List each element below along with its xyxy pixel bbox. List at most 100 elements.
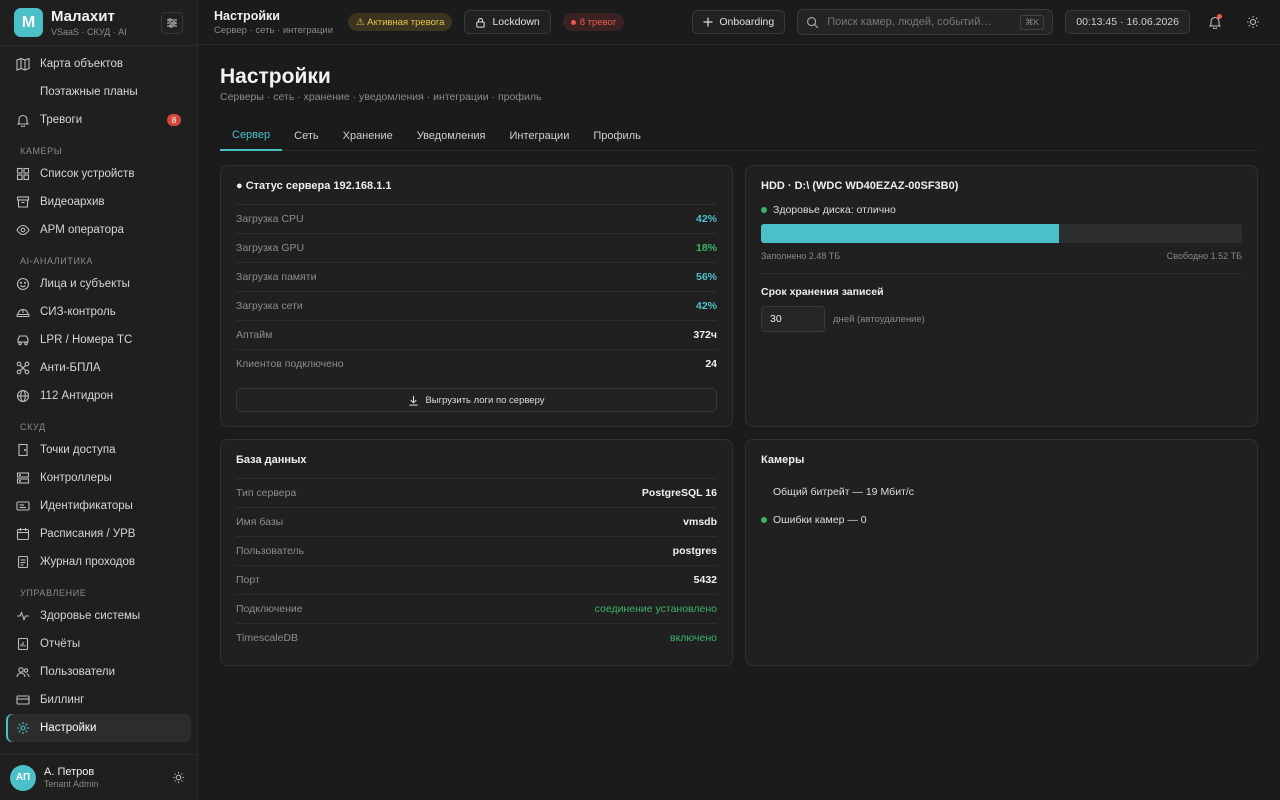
kv-key: Загрузка CPU	[236, 213, 304, 225]
sidebar-item-map[interactable]: Карта объектов	[6, 50, 191, 78]
sidebar-item-label: LPR / Номера ТС	[40, 334, 133, 346]
retention-days-input[interactable]: 30	[761, 306, 825, 332]
kv-key: Подключение	[236, 603, 303, 615]
bell-icon	[16, 114, 30, 127]
theme-toggle-button[interactable]	[169, 769, 187, 787]
sidebar-item-floor-plans[interactable]: Поэтажные планы	[6, 78, 191, 106]
sidebar-item-label: Поэтажные планы	[40, 86, 138, 98]
retention-title: Срок хранения записей	[761, 286, 884, 298]
search-shortcut: ⌘K	[1020, 14, 1045, 30]
sidebar-nav: Карта объектов Поэтажные планы Тревоги 8…	[0, 46, 197, 754]
sidebar-item-archive[interactable]: Видеоархив	[6, 188, 191, 216]
user-name: А. Петров	[44, 766, 95, 778]
status-ok-dot	[761, 207, 767, 213]
hdd-card: HDD · D:\ (WDC WD40EZAZ-00SF3B0) Здоровь…	[745, 165, 1258, 427]
lockdown-button[interactable]: Lockdown	[464, 10, 551, 34]
search-input[interactable]: Поиск камер, людей, событий… ⌘K	[797, 9, 1054, 35]
sidebar-item-label: 112 Антидрон	[40, 390, 114, 402]
disk-free-label: Свободно 1.52 ТБ	[1166, 251, 1242, 261]
onboarding-button[interactable]: Onboarding	[692, 10, 786, 34]
tab-storage[interactable]: Хранение	[331, 121, 405, 151]
active-alarm-pill[interactable]: ⚠ Активная тревога	[348, 13, 453, 31]
sidebar: М Малахит VSaaS · СКУД · AI Карта объект…	[0, 0, 198, 800]
sidebar-item-label: АРМ оператора	[40, 224, 124, 236]
sidebar-item-alarms[interactable]: Тревоги 8	[6, 106, 191, 134]
export-logs-label: Выгрузить логи по серверу	[425, 394, 545, 406]
tab-integrations[interactable]: Интеграции	[498, 121, 582, 151]
collapse-sidebar-button[interactable]	[161, 11, 183, 34]
id-card-icon	[16, 501, 30, 511]
kv-value: 24	[705, 358, 717, 370]
plus-icon	[703, 17, 713, 27]
sidebar-item-billing[interactable]: Биллинг	[6, 686, 191, 714]
kv-key: Клиентов подключено	[236, 358, 344, 370]
section-title-management: УПРАВЛЕНИЕ	[20, 588, 87, 598]
settings-content: Настройки Серверы · сеть · хранение · ув…	[198, 45, 1280, 800]
sidebar-item-controllers[interactable]: Контроллеры	[6, 464, 191, 492]
sidebar-item-label: Биллинг	[40, 694, 85, 706]
export-logs-button[interactable]: Выгрузить логи по серверу	[236, 388, 717, 412]
sidebar-item-identifiers[interactable]: Идентификаторы	[6, 492, 191, 520]
sidebar-item-system-health[interactable]: Здоровье системы	[6, 602, 191, 630]
sidebar-item-operator[interactable]: АРМ оператора	[6, 216, 191, 244]
topbar-title: Настройки	[214, 8, 280, 23]
sidebar-item-lpr[interactable]: LPR / Номера ТС	[6, 326, 191, 354]
main-area: Настройки Сервер · сеть · интеграции ⚠ А…	[198, 0, 1280, 800]
users-icon	[16, 667, 30, 678]
app-subtitle: VSaaS · СКУД · AI	[51, 26, 127, 37]
sidebar-item-reports[interactable]: Отчёты	[6, 630, 191, 658]
server-icon	[16, 472, 30, 484]
sidebar-item-label: Настройки	[40, 722, 97, 734]
sidebar-item-pass-log[interactable]: Журнал проходов	[6, 548, 191, 576]
search-placeholder: Поиск камер, людей, событий…	[827, 16, 992, 28]
page-subtitle: Серверы · сеть · хранение · уведомления …	[220, 91, 542, 103]
sidebar-item-ppe[interactable]: СИЗ-контроль	[6, 298, 191, 326]
alarms-count-label: 8 тревог	[579, 16, 617, 28]
kv-value: 56%	[695, 271, 717, 283]
kv-row: Пользователь postgres	[236, 536, 717, 565]
notifications-button[interactable]	[1202, 9, 1228, 35]
alarms-count-badge: 8	[167, 114, 181, 126]
calendar-icon	[16, 528, 30, 541]
sidebar-item-users[interactable]: Пользователи	[6, 658, 191, 686]
sidebar-item-112-antidrone[interactable]: 112 Антидрон	[6, 382, 191, 410]
sidebar-item-label: Здоровье системы	[40, 610, 141, 622]
sun-icon	[1247, 16, 1259, 28]
sidebar-item-label: Анти-БПЛА	[40, 362, 101, 374]
kv-key: Загрузка сети	[236, 300, 303, 312]
sidebar-item-anti-uav[interactable]: Анти-БПЛА	[6, 354, 191, 382]
kv-row: Загрузка памяти 56%	[236, 262, 717, 291]
search-icon	[807, 16, 819, 28]
app-name: Малахит	[51, 7, 115, 25]
retention-unit: дней (автоудаление)	[833, 313, 925, 325]
sidebar-item-access-points[interactable]: Точки доступа	[6, 436, 191, 464]
disk-usage-bar	[761, 224, 1242, 243]
sidebar-item-label: СИЗ-контроль	[40, 306, 116, 318]
hard-hat-icon	[16, 309, 30, 318]
sidebar-item-schedules[interactable]: Расписания / УРВ	[6, 520, 191, 548]
user-profile[interactable]: АП А. Петров Tenant Admin	[0, 754, 197, 800]
sidebar-item-faces[interactable]: Лица и субъекты	[6, 270, 191, 298]
database-card: База данных Тип сервера PostgreSQL 16 Имя…	[220, 439, 733, 666]
sidebar-item-settings[interactable]: Настройки	[6, 714, 191, 742]
car-icon	[17, 335, 29, 346]
kv-value: 42%	[695, 213, 717, 225]
tab-notifications[interactable]: Уведомления	[405, 121, 498, 151]
kv-row: Аптайм 372ч	[236, 320, 717, 349]
kv-key: Порт	[236, 574, 260, 586]
kv-key: Аптайм	[236, 329, 273, 341]
disk-health-label: Здоровье диска: отлично	[773, 204, 896, 216]
tab-network[interactable]: Сеть	[282, 121, 330, 151]
camera-errors-label: Ошибки камер — 0	[773, 514, 867, 526]
kv-key: Загрузка GPU	[236, 242, 305, 254]
sidebar-item-label: Карта объектов	[40, 58, 123, 70]
camera-bitrate: Общий битрейт — 19 Мбит/с	[761, 478, 1242, 506]
server-status-card: ● Статус сервера 192.168.1.1 Загрузка CP…	[220, 165, 733, 427]
alarms-count-pill[interactable]: 8 тревог	[562, 13, 625, 31]
tab-server[interactable]: Сервер	[220, 121, 283, 151]
tab-profile[interactable]: Профиль	[581, 121, 653, 151]
sidebar-item-devices[interactable]: Список устройств	[6, 160, 191, 188]
theme-button[interactable]	[1240, 9, 1266, 35]
kv-value: 5432	[693, 574, 717, 586]
red-dot-icon	[570, 19, 576, 25]
